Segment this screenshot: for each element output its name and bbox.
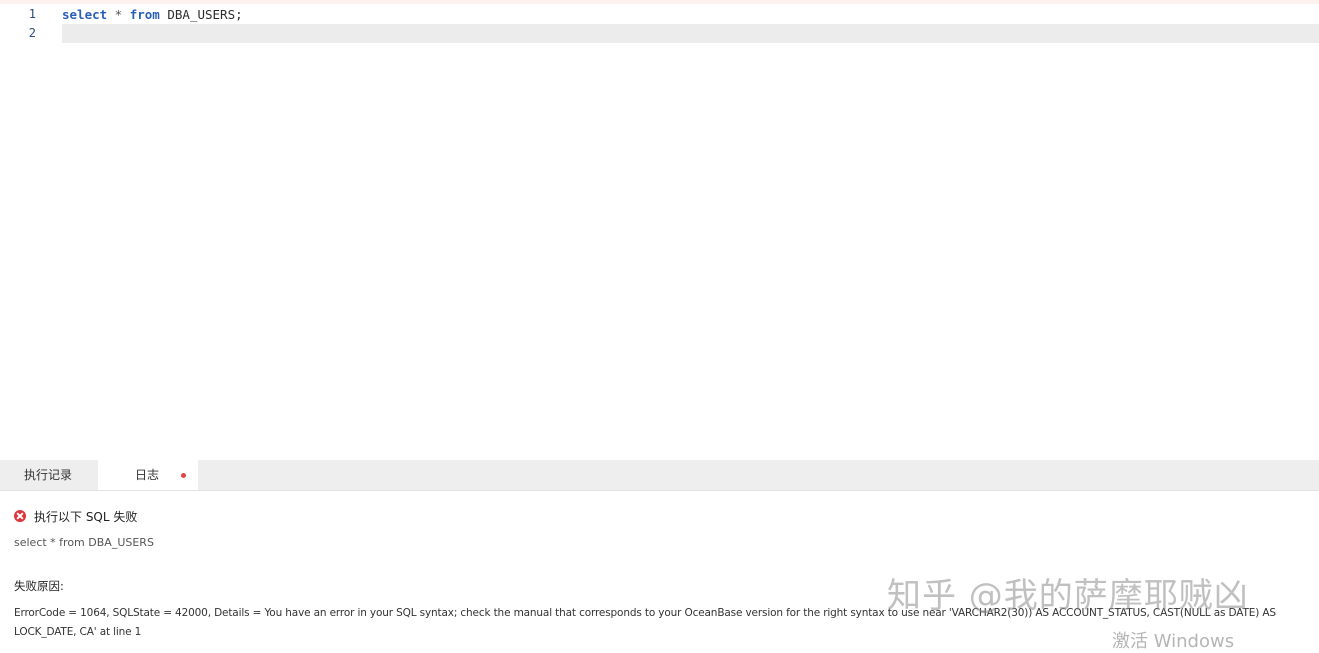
- result-tabbar: 执行记录 日志: [0, 460, 1319, 491]
- tab-log[interactable]: 日志: [98, 460, 198, 490]
- failure-reason-label: 失败原因:: [14, 579, 64, 593]
- failure-reason-text: ErrorCode = 1064, SQLState = 42000, Deta…: [14, 607, 1276, 638]
- keyword-from: from: [129, 7, 160, 22]
- table-identifier: DBA_USERS;: [159, 7, 243, 22]
- current-line-highlight: [62, 24, 1319, 43]
- error-circle-icon: [14, 510, 26, 522]
- line-number: 2: [28, 26, 36, 40]
- tab-label: 执行记录: [24, 468, 73, 482]
- sql-editor[interactable]: 1 2 select * from DBA_USERS;: [0, 0, 1319, 460]
- error-title: 执行以下 SQL 失败: [34, 509, 138, 524]
- code-line-1[interactable]: select * from DBA_USERS;: [62, 5, 243, 24]
- log-panel: 执行以下 SQL 失败 select * from DBA_USERS 失败原因…: [0, 491, 1319, 645]
- failed-sql: select * from DBA_USERS: [14, 536, 154, 549]
- editor-top-highlight: [0, 0, 1319, 4]
- tab-label: 日志: [135, 468, 160, 482]
- operator-star: *: [107, 7, 130, 22]
- keyword-select: select: [62, 7, 108, 22]
- line-number: 1: [28, 7, 36, 21]
- tab-execution-history[interactable]: 执行记录: [0, 460, 96, 490]
- error-header: 执行以下 SQL 失败: [14, 508, 137, 524]
- unsaved-dot-icon: [181, 473, 186, 478]
